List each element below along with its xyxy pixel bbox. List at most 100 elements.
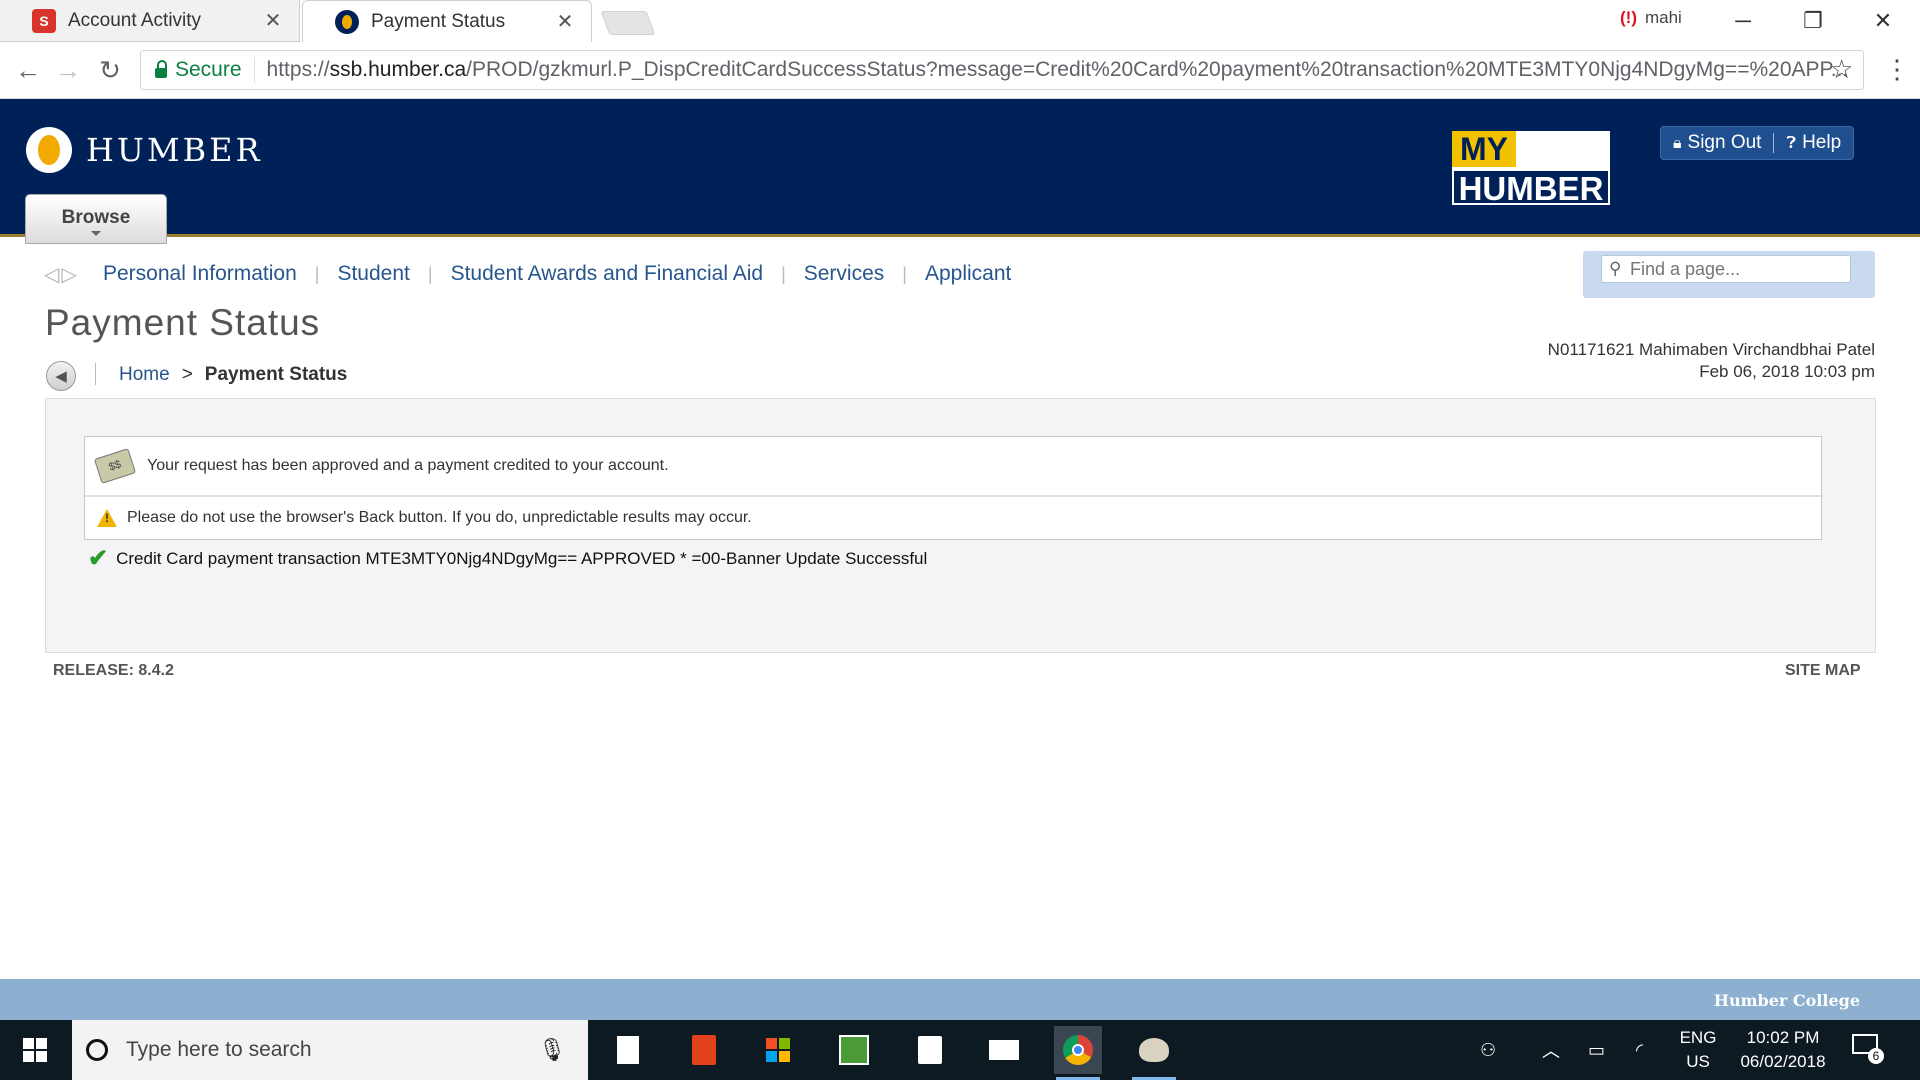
wifi-icon[interactable]: ◜	[1636, 1020, 1643, 1080]
divider	[1773, 133, 1775, 153]
breadcrumb: Home > Payment Status	[119, 364, 347, 386]
humber-favicon-icon	[335, 9, 359, 34]
show-hidden-icons-icon[interactable]: ︿	[1542, 1020, 1560, 1080]
warning-message-row: Please do not use the browser's Back but…	[85, 497, 1821, 539]
account-activity-favicon-icon: S	[32, 8, 56, 33]
paint-icon[interactable]	[1130, 1026, 1178, 1080]
menu-scroll-arrows[interactable]: ◁▷	[44, 262, 79, 287]
clock-date: 06/02/2018	[1740, 1052, 1826, 1071]
microphone-icon[interactable]: 🎙︎	[538, 1037, 566, 1063]
taskbar-search-placeholder: Type here to search	[126, 1038, 312, 1061]
checkmark-icon: ✔	[88, 545, 109, 572]
humber-wordmark: HUMBER	[86, 131, 263, 169]
help-link[interactable]: ❓︎ Help	[1786, 132, 1841, 154]
back-circle-icon[interactable]: ◀	[46, 361, 76, 391]
bookmark-star-icon[interactable]: ☆	[1830, 54, 1853, 85]
system-clock[interactable]: 10:02 PM 06/02/2018	[1728, 1026, 1838, 1074]
my-humber-logo-bottom: HUMBER	[1452, 169, 1610, 207]
mail-icon[interactable]	[980, 1026, 1028, 1074]
url-text: https://ssb.humber.ca/PROD/gzkmurl.P_Dis…	[255, 58, 1849, 82]
divider	[95, 363, 96, 385]
lock-icon: 🔒︎	[1673, 135, 1682, 152]
notification-count: 6	[1868, 1048, 1884, 1064]
lock-icon	[155, 60, 167, 78]
url-host: ssb.humber.ca	[329, 58, 467, 81]
site-header: HUMBER Browse MY HUMBER 🔒︎ Sign Out ❓︎ Hel…	[0, 99, 1920, 244]
menu-item-personal-information[interactable]: Personal Information	[103, 262, 297, 286]
start-button[interactable]	[0, 1020, 70, 1080]
footer-brand: Humber College	[1713, 991, 1860, 1010]
sign-out-label: Sign Out	[1687, 132, 1762, 153]
store-icon[interactable]	[754, 1026, 802, 1074]
minimize-button[interactable]: ─	[1708, 0, 1778, 42]
lang-code: ENG	[1679, 1028, 1717, 1047]
browse-button[interactable]: Browse	[25, 194, 167, 244]
browser-tab-bar: S Account Activity ✕ Payment Status ✕ (!…	[0, 0, 1920, 42]
windows-logo-icon	[23, 1038, 47, 1062]
sign-out-link[interactable]: 🔒︎ Sign Out	[1673, 132, 1761, 154]
warning-icon	[97, 509, 117, 527]
my-humber-logo[interactable]: MY HUMBER	[1452, 131, 1610, 207]
menu-divider: |	[902, 263, 907, 284]
release-label: RELEASE: 8.4.2	[53, 662, 174, 679]
help-label: Help	[1802, 132, 1842, 153]
menu-item-student[interactable]: Student	[337, 262, 409, 286]
breadcrumb-current: Payment Status	[204, 364, 348, 385]
humber-logo[interactable]: HUMBER	[26, 127, 263, 173]
taskbar-search[interactable]: Type here to search 🎙︎	[72, 1020, 588, 1080]
humber-logo-icon	[26, 127, 72, 173]
search-icon: ⚲	[1609, 259, 1622, 278]
secure-indicator[interactable]: Secure	[141, 57, 255, 83]
close-tab-icon[interactable]: ✕	[261, 8, 285, 33]
menu-item-student-awards[interactable]: Student Awards and Financial Aid	[451, 262, 764, 286]
url-input[interactable]: Secure https://ssb.humber.ca/PROD/gzkmur…	[140, 50, 1864, 90]
tab-title: Payment Status	[371, 10, 506, 32]
caret-down-icon	[91, 231, 101, 236]
close-window-button[interactable]: ✕	[1848, 0, 1918, 42]
people-icon[interactable]: ⚇	[1480, 1020, 1496, 1080]
find-page-box: ⚲	[1583, 251, 1875, 298]
browser-menu-icon[interactable]: ⋮	[1884, 54, 1910, 85]
menu-item-applicant[interactable]: Applicant	[925, 262, 1011, 286]
success-message-row: ✔ Credit Card payment transaction MTE3MT…	[88, 544, 927, 573]
back-arrow-icon[interactable]: ←	[10, 52, 46, 88]
office-icon[interactable]	[680, 1026, 728, 1074]
profile-icon: (!)	[1620, 8, 1637, 27]
battery-icon[interactable]: ▭	[1588, 1020, 1605, 1080]
tab-title: Account Activity	[68, 9, 202, 31]
top-links: 🔒︎ Sign Out ❓︎ Help	[1660, 126, 1855, 160]
forward-arrow-icon[interactable]: →	[50, 52, 86, 88]
message-box: $$ Your request has been approved and a …	[84, 436, 1822, 540]
content-panel: $$ Your request has been approved and a …	[45, 398, 1876, 653]
file-icon[interactable]	[604, 1026, 652, 1074]
browse-label: Browse	[61, 207, 131, 228]
find-page-input[interactable]	[1601, 255, 1851, 283]
new-tab-button[interactable]	[600, 11, 656, 35]
user-id-name: N01171621 Mahimaben Virchandbhai Patel	[1547, 340, 1875, 359]
secure-label: Secure	[175, 58, 242, 81]
tab-account-activity[interactable]: S Account Activity ✕	[0, 0, 300, 42]
action-center-icon[interactable]: 6	[1852, 1034, 1886, 1064]
user-info: N01171621 Mahimaben Virchandbhai Patel F…	[1548, 339, 1875, 383]
footer-bar: Humber College	[0, 979, 1920, 1020]
reload-icon[interactable]: ↻	[92, 52, 128, 88]
input-language[interactable]: ENG US	[1668, 1026, 1728, 1074]
close-tab-icon[interactable]: ✕	[553, 9, 577, 34]
clock-time: 10:02 PM	[1746, 1028, 1820, 1047]
site-map-link[interactable]: SITE MAP	[1785, 662, 1861, 680]
chrome-icon[interactable]	[1054, 1026, 1102, 1080]
tab-payment-status[interactable]: Payment Status ✕	[302, 0, 592, 42]
breadcrumb-home[interactable]: Home	[119, 364, 170, 386]
main-menu: Personal Information | Student | Student…	[103, 262, 1011, 286]
lang-region: US	[1686, 1052, 1710, 1071]
menu-item-services[interactable]: Services	[804, 262, 885, 286]
warning-message: Please do not use the browser's Back but…	[127, 509, 752, 526]
photos-icon[interactable]	[830, 1026, 878, 1074]
document-icon[interactable]	[906, 1026, 954, 1074]
profile-indicator[interactable]: (!) mahi	[1620, 8, 1682, 28]
my-humber-logo-top: MY	[1452, 131, 1516, 167]
money-icon: $$	[93, 448, 137, 484]
restore-button[interactable]: ❐	[1778, 0, 1848, 42]
session-datetime: Feb 06, 2018 10:03 pm	[1699, 362, 1875, 381]
page-title: Payment Status	[45, 302, 321, 343]
